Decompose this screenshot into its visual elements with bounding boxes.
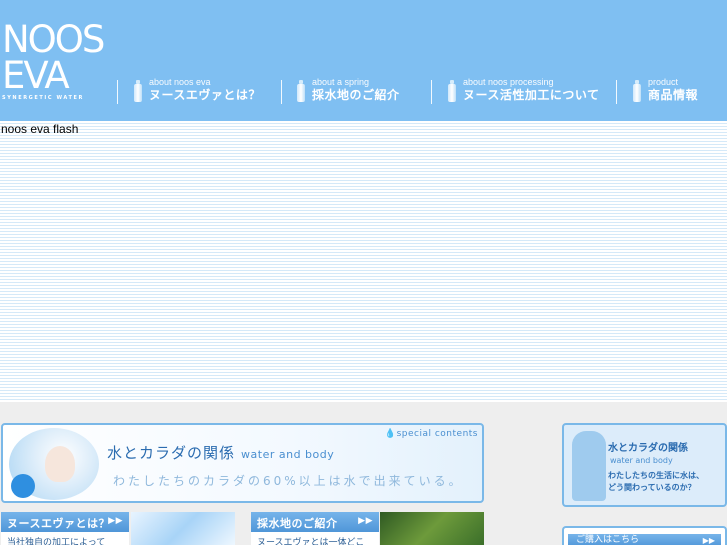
bottle-icon	[297, 80, 305, 102]
box-body-about-noos-eva: 当社独自の加工によって	[1, 532, 129, 545]
banner-title: 水とカラダの関係 water and body	[107, 442, 334, 463]
bottle-icon	[134, 80, 142, 102]
nav-item-en: about noos processing	[463, 77, 554, 87]
water-photo	[131, 512, 235, 545]
forest-photo	[380, 512, 484, 545]
nav-item-en: product	[648, 77, 679, 87]
arrow-icon: ▶▶	[108, 516, 123, 526]
box-head-about-noos-eva[interactable]: ヌースエヴァとは？ ▶▶	[1, 512, 129, 532]
nav-item-en: about a spring	[312, 77, 370, 87]
box-body-about-a-spring: ヌースエヴァとは一体どこ	[251, 532, 379, 545]
bottle-icon	[633, 80, 641, 102]
nav-separator	[281, 80, 282, 104]
side-banner-en: water and body	[610, 456, 673, 465]
person-figure	[45, 446, 75, 482]
nav-item-about-a-spring[interactable]: about a spring 採水地のご紹介	[297, 77, 400, 107]
purchase-box: ご購入はこちら ▶▶	[562, 526, 727, 545]
nav-item-about-noos-eva[interactable]: about noos eva ヌースエヴァとは？	[134, 77, 261, 107]
nav-item-product[interactable]: product 商品情報	[633, 77, 698, 107]
purchase-button[interactable]: ご購入はこちら ▶▶	[568, 534, 721, 545]
water-drop-icon	[11, 474, 35, 498]
nav-item-about-noos-processing[interactable]: about noos processing ヌース活性加工について	[448, 77, 600, 107]
flash-area[interactable]: noos eva flash	[0, 121, 727, 402]
logo-line1: NOOS	[2, 18, 105, 61]
nav-item-jp: 商品情報	[648, 88, 699, 102]
nav-separator	[616, 80, 617, 104]
special-contents-text: special contents	[396, 429, 478, 439]
side-banner-title: 水とカラダの関係	[608, 443, 688, 454]
box-head-label: 採水地のご紹介	[257, 517, 338, 530]
nav-separator	[431, 80, 432, 104]
body-silhouette-icon	[572, 431, 606, 501]
logo-line2: EVA	[2, 54, 70, 97]
box-head-label: ヌースエヴァとは？	[7, 517, 110, 530]
side-banner-line1: わたしたちの生活に水は、	[608, 471, 704, 480]
banner-subtitle: わたしたちのカラダの60%以上は水で出来ている。	[113, 474, 464, 488]
banner-title-en: water and body	[241, 448, 335, 461]
flash-label: noos eva flash	[1, 122, 79, 136]
nav-item-en: about noos eva	[149, 77, 211, 87]
arrow-icon: ▶▶	[358, 516, 373, 526]
banner-image	[9, 428, 99, 500]
side-banner-line2: どう関わっているのか？	[608, 483, 696, 492]
water-and-body-banner[interactable]: 💧special contents 水とカラダの関係 water and body…	[1, 423, 484, 503]
header: NOOS EVA SYNERGETIC WATER about noos eva…	[0, 0, 727, 121]
nav-item-jp: ヌース活性加工について	[463, 88, 600, 102]
purchase-label: ご購入はこちら	[576, 535, 640, 545]
nav-item-jp: 採水地のご紹介	[312, 88, 400, 102]
arrow-icon: ▶▶	[702, 536, 715, 545]
side-banner-water-and-body[interactable]: 水とカラダの関係 water and body わたしたちの生活に水は、 どう関…	[562, 423, 727, 507]
logo-tagline: SYNERGETIC WATER	[2, 95, 84, 101]
banner-title-jp: 水とカラダの関係	[107, 444, 236, 462]
box-head-about-a-spring[interactable]: 採水地のご紹介 ▶▶	[251, 512, 379, 532]
bottle-icon	[448, 80, 456, 102]
nav-item-jp: ヌースエヴァとは？	[149, 88, 261, 102]
side-banner-text: わたしたちの生活に水は、 どう関わっているのか？	[608, 470, 704, 494]
special-contents-label: 💧special contents	[384, 429, 478, 439]
nav-separator	[117, 80, 118, 104]
logo[interactable]: NOOS EVA SYNERGETIC WATER	[2, 18, 105, 101]
